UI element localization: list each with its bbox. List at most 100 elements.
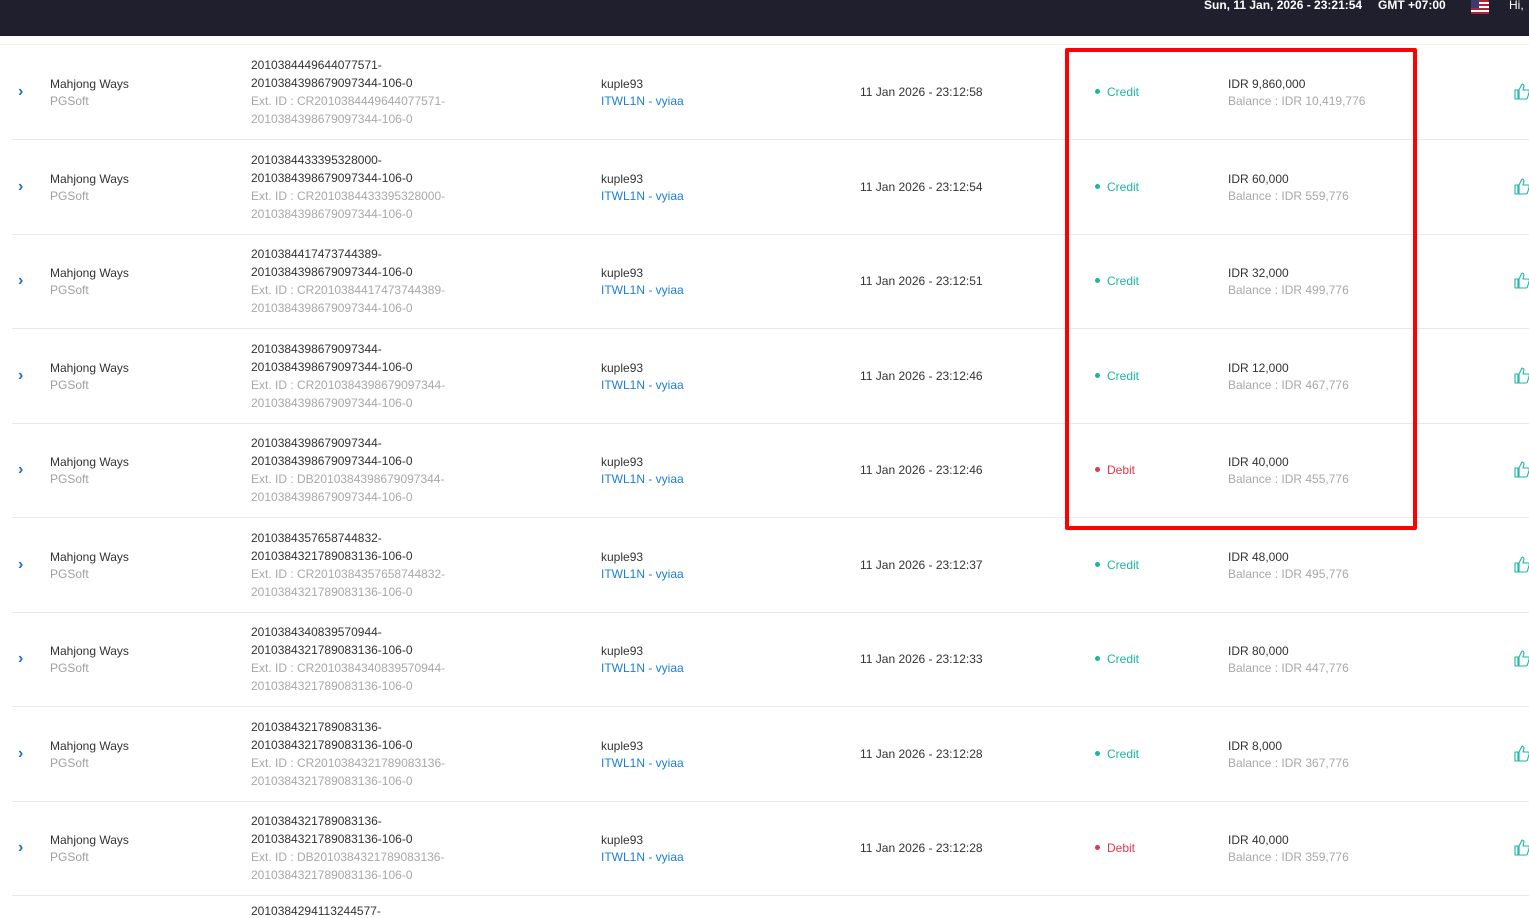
game-name: Mahjong Ways bbox=[50, 644, 129, 658]
agent-link[interactable]: ITWL1N - vyiaa bbox=[601, 282, 684, 299]
tx-id-line1: 2010384449644077571- bbox=[251, 58, 382, 72]
game-name: Mahjong Ways bbox=[50, 171, 129, 186]
tx-id-line1: 2010384321789083136- bbox=[251, 814, 382, 828]
chevron-right-icon[interactable]: › bbox=[18, 556, 30, 573]
chevron-right-icon[interactable]: › bbox=[18, 840, 30, 856]
user-cell: kuple93 ITWL1N - vyiaa bbox=[601, 549, 684, 583]
user-cell: kuple93 ITWL1N - vyiaa bbox=[601, 265, 684, 299]
tx-id-line2: 2010384321789083136-106-0 bbox=[251, 548, 413, 563]
transaction-type-badge: Credit bbox=[1095, 557, 1139, 574]
table-row[interactable]: › Mahjong Ways PGSoft 2010384357658744832- 2… bbox=[12, 518, 1529, 613]
chevron-right-icon[interactable]: › bbox=[18, 367, 30, 384]
transaction-amount: IDR 80,000 bbox=[1228, 644, 1289, 658]
transaction-date: 11 Jan 2026 - 23:12:54 bbox=[860, 179, 983, 194]
ext-id-line2: 2010384321789083136-106-0 bbox=[251, 868, 413, 882]
game-name: Mahjong Ways bbox=[50, 549, 129, 564]
thumbs-up-icon[interactable] bbox=[1514, 177, 1529, 195]
ext-id-line2: 2010384321789083136-106-0 bbox=[251, 773, 413, 788]
tx-id-line1: 2010384433395328000- bbox=[251, 152, 382, 167]
ext-id-line1: Ext. ID : DB2010384398679097344- bbox=[251, 472, 445, 486]
ext-id-line1: Ext. ID : CR2010384340839570944- bbox=[251, 661, 446, 675]
ext-id-line2: 2010384398679097344-106-0 bbox=[251, 395, 413, 410]
agent-link[interactable]: ITWL1N - vyiaa bbox=[601, 377, 684, 394]
tx-id-line1: 2010384417473744389- bbox=[251, 247, 382, 261]
balance-after: Balance : IDR 367,776 bbox=[1228, 755, 1349, 770]
game-provider: PGSoft bbox=[50, 566, 89, 581]
highlight-box bbox=[1065, 48, 1417, 530]
game-provider: PGSoft bbox=[50, 283, 89, 297]
ext-id-line2: 2010384398679097344-106-0 bbox=[251, 112, 413, 126]
agent-link[interactable]: ITWL1N - vyiaa bbox=[601, 755, 684, 772]
transaction-id-cell: 2010384417473744389- 2010384398679097344-… bbox=[251, 245, 511, 317]
ext-id-line2: 2010384321789083136-106-0 bbox=[251, 584, 413, 599]
table-row[interactable]: › Mahjong Ways PGSoft 2010384340839570944- 2… bbox=[12, 612, 1529, 707]
game-provider: PGSoft bbox=[50, 472, 89, 486]
game-cell: Mahjong Ways PGSoft bbox=[50, 643, 129, 677]
user-cell: kuple93 ITWL1N - vyiaa bbox=[601, 76, 684, 110]
transaction-date: 11 Jan 2026 - 23:12:28 bbox=[860, 746, 983, 761]
partial-row-tx-id: 2010384294113244577- bbox=[251, 904, 381, 918]
transaction-date: 11 Jan 2026 - 23:12:51 bbox=[860, 274, 983, 288]
ext-id-line1: Ext. ID : CR2010384321789083136- bbox=[251, 755, 446, 770]
user-cell: kuple93 ITWL1N - vyiaa bbox=[601, 171, 684, 205]
transaction-type-label: Debit bbox=[1107, 841, 1136, 855]
user-greeting[interactable]: Hi, bbox=[1509, 0, 1524, 12]
transaction-type-label: Credit bbox=[1107, 652, 1140, 666]
chevron-right-icon[interactable]: › bbox=[18, 462, 30, 478]
chevron-right-icon[interactable]: › bbox=[18, 178, 30, 195]
transaction-id-cell: 2010384321789083136- 2010384321789083136-… bbox=[251, 812, 511, 884]
thumbs-up-icon[interactable] bbox=[1514, 271, 1529, 289]
status-dot-icon bbox=[1095, 750, 1100, 756]
amount-cell: IDR 40,000 Balance : IDR 359,776 bbox=[1228, 832, 1349, 866]
username: kuple93 bbox=[601, 833, 644, 847]
agent-link[interactable]: ITWL1N - vyiaa bbox=[601, 188, 684, 205]
chevron-right-icon[interactable]: › bbox=[18, 84, 30, 100]
game-cell: Mahjong Ways PGSoft bbox=[50, 360, 129, 394]
tx-id-line2: 2010384321789083136-106-0 bbox=[251, 643, 413, 657]
user-cell: kuple93 ITWL1N - vyiaa bbox=[601, 454, 684, 488]
chevron-right-icon[interactable]: › bbox=[18, 651, 30, 667]
tx-id-line1: 2010384321789083136- bbox=[251, 719, 382, 734]
game-provider: PGSoft bbox=[50, 94, 89, 108]
header-datetime: Sun, 11 Jan, 2026 - 23:21:54 bbox=[1204, 0, 1363, 12]
agent-link[interactable]: ITWL1N - vyiaa bbox=[601, 93, 684, 110]
transaction-type-label: Credit bbox=[1107, 557, 1140, 572]
amount-cell: IDR 48,000 Balance : IDR 495,776 bbox=[1228, 549, 1349, 583]
thumbs-up-icon[interactable] bbox=[1514, 82, 1529, 100]
username: kuple93 bbox=[601, 644, 644, 658]
us-flag-icon[interactable] bbox=[1471, 0, 1489, 14]
game-cell: Mahjong Ways PGSoft bbox=[50, 265, 129, 299]
chevron-right-icon[interactable]: › bbox=[18, 745, 30, 762]
username: kuple93 bbox=[601, 549, 644, 564]
amount-cell: IDR 80,000 Balance : IDR 447,776 bbox=[1228, 643, 1349, 677]
game-provider: PGSoft bbox=[50, 850, 89, 864]
tx-id-line2: 2010384398679097344-106-0 bbox=[251, 170, 413, 185]
ext-id-line2: 2010384398679097344-106-0 bbox=[251, 301, 413, 315]
agent-link[interactable]: ITWL1N - vyiaa bbox=[601, 566, 684, 583]
tx-id-line2: 2010384398679097344-106-0 bbox=[251, 359, 413, 374]
game-name: Mahjong Ways bbox=[50, 77, 129, 91]
table-row[interactable]: › Mahjong Ways PGSoft 2010384321789083136- 2… bbox=[12, 801, 1529, 896]
thumbs-up-icon[interactable] bbox=[1514, 555, 1529, 573]
tx-id-line2: 2010384398679097344-106-0 bbox=[251, 454, 413, 468]
thumbs-up-icon[interactable] bbox=[1514, 366, 1529, 384]
table-row[interactable]: › Mahjong Ways PGSoft 2010384321789083136- 2… bbox=[12, 707, 1529, 802]
thumbs-up-icon[interactable] bbox=[1514, 460, 1529, 478]
transaction-date: 11 Jan 2026 - 23:12:28 bbox=[860, 841, 983, 855]
agent-link[interactable]: ITWL1N - vyiaa bbox=[601, 849, 684, 866]
ext-id-line2: 2010384321789083136-106-0 bbox=[251, 679, 413, 693]
thumbs-up-icon[interactable] bbox=[1514, 838, 1529, 856]
thumbs-up-icon[interactable] bbox=[1514, 744, 1529, 762]
ext-id-line1: Ext. ID : CR2010384417473744389- bbox=[251, 283, 446, 297]
agent-link[interactable]: ITWL1N - vyiaa bbox=[601, 660, 684, 677]
username: kuple93 bbox=[601, 738, 644, 753]
game-provider: PGSoft bbox=[50, 661, 89, 675]
agent-link[interactable]: ITWL1N - vyiaa bbox=[601, 471, 684, 488]
thumbs-up-icon[interactable] bbox=[1514, 649, 1529, 667]
transaction-amount: IDR 40,000 bbox=[1228, 833, 1289, 847]
transaction-type-badge: Credit bbox=[1095, 746, 1139, 763]
chevron-right-icon[interactable]: › bbox=[18, 273, 30, 289]
ext-id-line1: Ext. ID : DB2010384321789083136- bbox=[251, 850, 445, 864]
transaction-type-badge: Credit bbox=[1095, 651, 1139, 668]
transaction-date: 11 Jan 2026 - 23:12:37 bbox=[860, 557, 983, 572]
